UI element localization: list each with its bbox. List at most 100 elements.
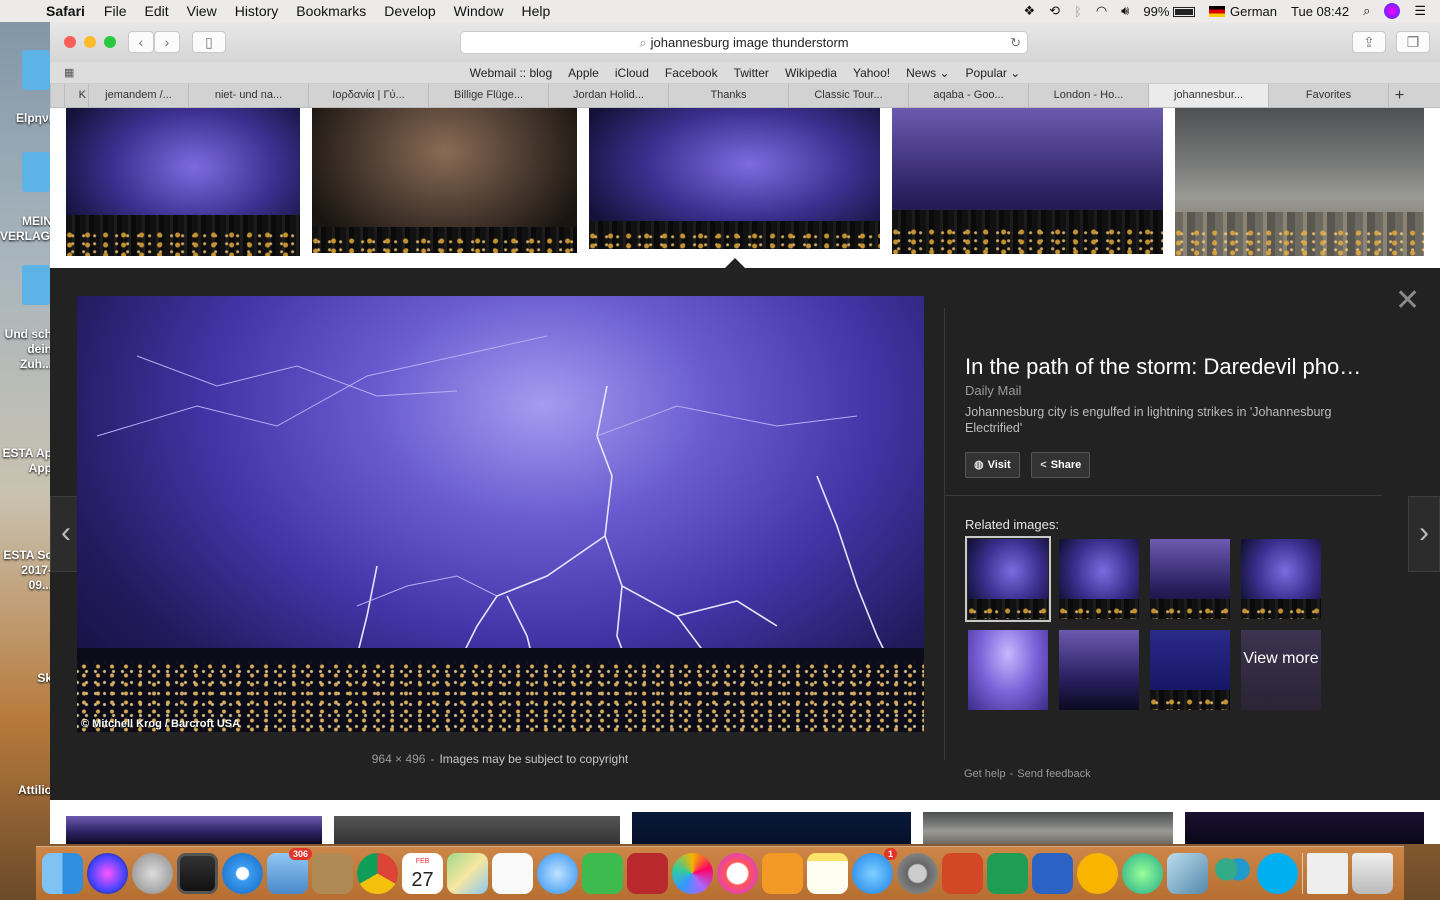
top-sites-grid-icon[interactable]: ▦	[64, 66, 74, 79]
maps-icon[interactable]	[447, 853, 488, 894]
desktop-label[interactable]: Attilio	[0, 783, 52, 798]
share-toolbar-button[interactable]: ⇪	[1352, 31, 1386, 53]
wifi-icon[interactable]: ◠	[1096, 3, 1107, 19]
result-image-thumbnail[interactable]	[892, 108, 1163, 254]
favorite-yahoo[interactable]: Yahoo!	[845, 66, 898, 80]
facetime-icon[interactable]	[582, 853, 623, 894]
menu-help[interactable]: Help	[512, 3, 559, 19]
launchpad-icon[interactable]	[132, 853, 173, 894]
contacts-icon[interactable]	[312, 853, 353, 894]
clock[interactable]: Tue 08:42	[1291, 4, 1349, 19]
result-image-thumbnail[interactable]	[1175, 108, 1424, 256]
itunes-icon[interactable]	[717, 853, 758, 894]
volume-icon[interactable]: 🔊︎	[1121, 3, 1129, 19]
user-accounts-icon[interactable]	[1212, 853, 1253, 894]
menu-develop[interactable]: Develop	[375, 3, 444, 19]
desktop-label[interactable]: Elpηνι	[0, 111, 52, 126]
copyright-note[interactable]: Images may be subject to copyright	[439, 752, 628, 766]
related-image[interactable]	[1241, 539, 1321, 619]
skype-icon[interactable]	[1257, 853, 1298, 894]
related-image[interactable]	[1150, 630, 1230, 710]
result-image-thumbnail[interactable]	[312, 108, 577, 253]
spotlight-icon[interactable]: ⌕	[1363, 3, 1370, 19]
preview-icon[interactable]	[1167, 853, 1208, 894]
menu-history[interactable]: History	[226, 3, 288, 19]
preview-image[interactable]: © Mitchell Krog / Barcroft USA	[77, 296, 924, 732]
visit-button[interactable]: ◍ Visit	[965, 452, 1020, 478]
zoom-window-button[interactable]	[104, 36, 116, 48]
desktop-label[interactable]: ESTA Ap App	[0, 446, 52, 476]
close-window-button[interactable]	[64, 36, 76, 48]
reload-icon[interactable]: ↻	[1010, 32, 1021, 54]
favorite-apple[interactable]: Apple	[560, 66, 607, 80]
dropbox-icon[interactable]: ❖	[1023, 3, 1035, 19]
siri-icon[interactable]	[87, 853, 128, 894]
favorite-facebook[interactable]: Facebook	[657, 66, 726, 80]
messages-icon[interactable]	[537, 853, 578, 894]
notes-icon[interactable]	[807, 853, 848, 894]
related-image[interactable]	[1059, 539, 1139, 619]
result-image-thumbnail[interactable]	[334, 816, 620, 844]
result-image-thumbnail[interactable]	[66, 108, 300, 256]
tab-pinned[interactable]	[50, 84, 64, 107]
menu-window[interactable]: Window	[445, 3, 513, 19]
desktop-folder-icon[interactable]	[22, 265, 50, 305]
tab-item[interactable]: Billige Flüge...	[428, 84, 548, 107]
tab-item[interactable]: Classic Tour...	[788, 84, 908, 107]
battery-status[interactable]: 99%	[1143, 4, 1196, 19]
desktop-label[interactable]: Sk	[0, 671, 52, 686]
bluetooth-icon[interactable]: ᛒ	[1074, 4, 1082, 19]
tab-item[interactable]: K	[64, 84, 88, 107]
siri-icon[interactable]	[1384, 3, 1401, 19]
desktop-label[interactable]: ESTA Sc 2017-09...	[0, 548, 52, 593]
photos-icon[interactable]	[672, 853, 713, 894]
related-image[interactable]	[968, 630, 1048, 710]
notification-center-icon[interactable]: ☰	[1414, 3, 1426, 19]
favorite-twitter[interactable]: Twitter	[726, 66, 777, 80]
safari-icon[interactable]	[222, 853, 263, 894]
sidebar-toggle-button[interactable]: ▯	[192, 31, 226, 53]
image-title[interactable]: In the path of the storm: Daredevil pho…	[965, 354, 1385, 380]
ibooks-icon[interactable]	[762, 853, 803, 894]
related-image[interactable]	[1150, 539, 1230, 619]
network-globe-icon[interactable]	[1122, 853, 1163, 894]
desktop-label[interactable]: Und sch dein Zuh...	[0, 327, 52, 372]
tab-item[interactable]: London - Ho...	[1028, 84, 1148, 107]
related-image[interactable]	[965, 536, 1051, 622]
favorite-icloud[interactable]: iCloud	[607, 66, 657, 80]
result-image-thumbnail[interactable]	[632, 812, 911, 844]
next-image-button[interactable]: ›	[1408, 496, 1440, 572]
result-image-thumbnail[interactable]	[923, 812, 1173, 844]
send-feedback-link[interactable]: Send feedback	[1017, 768, 1090, 780]
finder-icon[interactable]	[42, 853, 83, 894]
address-bar[interactable]: ⌕ johannesburg image thunderstorm ↻	[460, 31, 1028, 54]
share-button[interactable]: < Share	[1031, 452, 1091, 478]
input-source[interactable]: German	[1209, 4, 1277, 19]
tab-item[interactable]: Thanks	[668, 84, 788, 107]
menu-app-name[interactable]: Safari	[40, 3, 95, 19]
time-machine-icon[interactable]: ⟲	[1049, 3, 1060, 19]
minimize-window-button[interactable]	[84, 36, 96, 48]
menu-view[interactable]: View	[178, 3, 226, 19]
back-button[interactable]: ‹	[128, 31, 154, 53]
menu-file[interactable]: File	[95, 3, 136, 19]
tab-item-active[interactable]: johannesbur...	[1148, 84, 1268, 107]
tab-item[interactable]: Favorites	[1268, 84, 1388, 107]
result-image-thumbnail-selected[interactable]	[589, 108, 880, 249]
chrome-icon[interactable]	[357, 853, 398, 894]
close-icon[interactable]: ✕	[1395, 286, 1420, 316]
favorite-news-folder[interactable]: News ⌄	[898, 66, 957, 80]
desktop-label[interactable]: MEIN VERLAG...	[0, 214, 60, 244]
mission-control-icon[interactable]	[177, 853, 218, 894]
favorite-webmail[interactable]: Webmail :: blog	[462, 66, 560, 80]
powerpoint-icon[interactable]	[942, 853, 983, 894]
tab-overview-button[interactable]: ❐	[1396, 31, 1430, 53]
favorite-popular-folder[interactable]: Popular ⌄	[958, 66, 1029, 80]
tab-item[interactable]: aqaba - Goo...	[908, 84, 1028, 107]
tab-item[interactable]: Jordan Holid...	[548, 84, 668, 107]
result-image-thumbnail[interactable]	[66, 816, 322, 844]
document-stack-icon[interactable]	[1307, 853, 1348, 894]
tab-item[interactable]: jemandem /...	[88, 84, 188, 107]
desktop-folder-icon[interactable]	[22, 152, 50, 192]
tab-item[interactable]: niet- und na...	[188, 84, 308, 107]
